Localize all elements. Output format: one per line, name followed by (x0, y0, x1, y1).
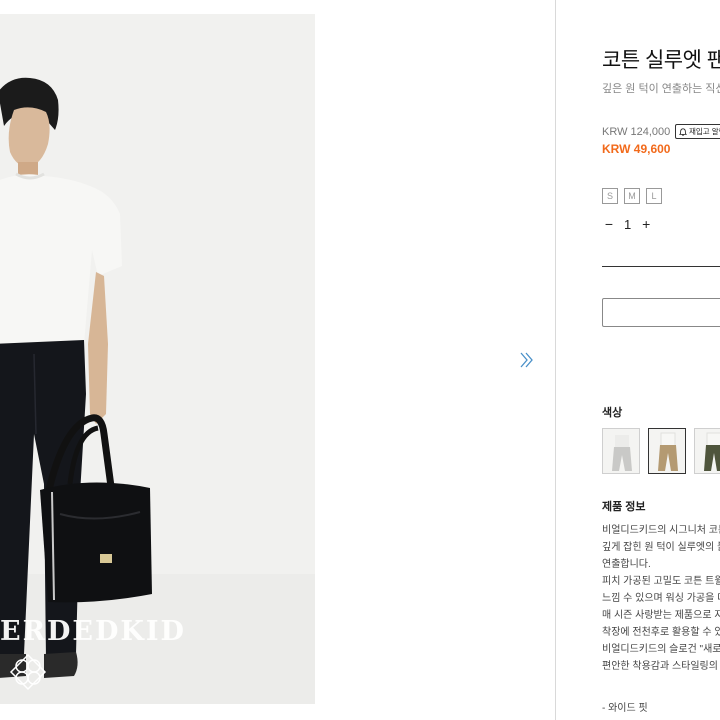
size-option-l[interactable]: L (646, 188, 662, 204)
product-subtitle: 깊은 원 턱이 연출하는 직선적인 실루엣 (602, 83, 720, 95)
description-section-label: 제품 정보 (602, 501, 646, 513)
description-line: 비얼디드키드의 시그니처 코튼 팬츠는 (602, 525, 720, 536)
original-price: KRW 124,000 (602, 126, 671, 138)
color-swatches (602, 428, 720, 474)
product-title: 코튼 실루엣 팬츠 (602, 49, 720, 72)
product-gallery: ERDEDKID (0, 0, 555, 720)
description-line: 매 시즌 사랑받는 제품으로 자리잡았습니다. (602, 610, 720, 621)
product-info-panel: 코튼 실루엣 팬츠 깊은 원 턱이 연출하는 직선적인 실루엣 KRW 124,… (556, 0, 720, 720)
description-line: 연출합니다. (602, 559, 651, 570)
quantity-decrease-button[interactable]: − (604, 216, 614, 232)
swatch-thumbnail (612, 435, 632, 471)
brand-watermark: ERDEDKID (0, 616, 186, 647)
product-photo: ERDEDKID (0, 14, 315, 704)
double-chevron-right-icon (520, 352, 533, 368)
size-option-s[interactable]: S (602, 188, 618, 204)
model-illustration (0, 14, 315, 704)
product-description: 비얼디드키드의 시그니처 코튼 팬츠는 깊게 잡힌 원 턱이 실루엣의 볼륨을 … (602, 522, 720, 675)
size-options: S M L (602, 188, 662, 204)
description-line: 깊게 잡힌 원 턱이 실루엣의 볼륨을 (602, 542, 720, 553)
quantity-value: 1 (624, 216, 632, 232)
description-line: 비얼디드키드의 슬로건 "새로움"처럼 (602, 644, 720, 655)
section-divider (602, 266, 720, 267)
purchase-option-button[interactable] (602, 298, 720, 327)
feature-item: - 와이드 핏 (602, 703, 648, 714)
quantity-stepper: − 1 + (604, 216, 651, 232)
restock-alert-button[interactable]: 재입고 알림 (675, 124, 720, 139)
brand-emblem-icon (9, 653, 47, 691)
color-swatch-beige[interactable] (648, 428, 686, 474)
description-line: 편안한 착용감과 스타일링의 즐거움을 (602, 661, 720, 672)
description-line: 착장에 전천후로 활용할 수 있는 (602, 627, 720, 638)
description-line: 느낌 수 있으며 워싱 가공을 더해 (602, 593, 720, 604)
sale-price: KRW 49,600 (602, 142, 671, 156)
swatch-thumbnail (658, 432, 678, 471)
color-swatch-light-grey[interactable] (602, 428, 640, 474)
swatch-thumbnail (704, 432, 720, 471)
color-swatch-khaki[interactable] (694, 428, 720, 474)
size-option-m[interactable]: M (624, 188, 640, 204)
quantity-increase-button[interactable]: + (641, 216, 651, 232)
next-image-button[interactable] (517, 350, 537, 370)
description-line: 피치 가공된 고밀도 코튼 트윌 소재로 부드러운 (602, 576, 720, 587)
bell-icon (679, 127, 687, 136)
color-section-label: 색상 (602, 407, 623, 419)
restock-alert-label: 재입고 알림 (689, 127, 720, 136)
